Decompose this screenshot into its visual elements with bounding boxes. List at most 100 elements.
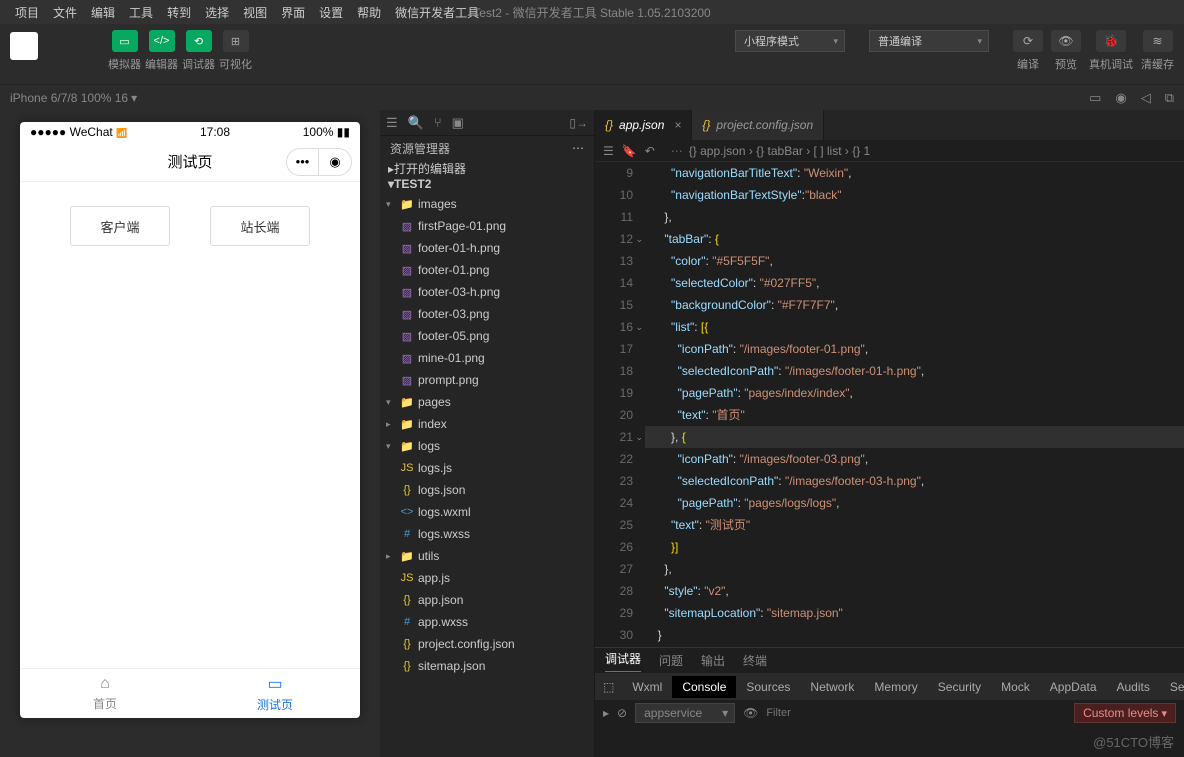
tree-item[interactable]: ▨footer-01-h.png [380,237,594,259]
back-icon[interactable]: ↶ [645,144,655,158]
filter-input[interactable] [766,707,1066,719]
tree-item[interactable]: ▨mine-01.png [380,347,594,369]
wxss-icon: # [400,528,414,540]
tree-item[interactable]: ▨footer-05.png [380,325,594,347]
devtab-Network[interactable]: Network [800,676,864,698]
bottom-tab-输出[interactable]: 输出 [701,652,725,669]
eye-icon[interactable]: 👁 [743,706,758,720]
editor-button[interactable]: </>编辑器 [145,30,178,72]
inspect-icon[interactable]: ⬚ [603,680,614,694]
device-info[interactable]: iPhone 6/7/8 100% 16 [10,91,128,105]
bottom-tab-调试器[interactable]: 调试器 [605,650,641,672]
devtab-Memory[interactable]: Memory [864,676,927,698]
debugger-button[interactable]: ⟲调试器 [182,30,215,72]
devtab-Security[interactable]: Security [928,676,991,698]
tab-home[interactable]: ⌂首页 [20,669,190,718]
tree-item[interactable]: #app.wxss [380,611,594,633]
ext-icon[interactable]: ▣ [452,115,464,131]
menu-微信开发者工具[interactable]: 微信开发者工具 [388,2,486,23]
menu-设置[interactable]: 设置 [312,2,350,23]
devtab-Mock[interactable]: Mock [991,676,1040,698]
tree-item[interactable]: ▨footer-01.png [380,259,594,281]
tab-project-config[interactable]: {}project.config.json [692,110,824,140]
record-icon[interactable]: ◉ [1115,90,1126,106]
img-icon: ▨ [400,352,414,365]
devtab-Se[interactable]: Se [1160,676,1184,698]
tree-item[interactable]: #logs.wxss [380,523,594,545]
tree-item[interactable]: JSlogs.js [380,457,594,479]
menu-编辑[interactable]: 编辑 [84,2,122,23]
avatar[interactable] [10,32,38,60]
tree-item[interactable]: ▾📁logs [380,435,594,457]
mode-select[interactable]: 小程序模式 [735,30,845,52]
compile-button[interactable]: ⟳编译 [1013,30,1043,72]
menu-界面[interactable]: 界面 [274,2,312,23]
bottom-tab-终端[interactable]: 终端 [743,652,767,669]
layout-icon[interactable]: ▯→ [569,116,588,130]
phone-navbar: 测试页 •••◉ [20,142,360,182]
menu-工具[interactable]: 工具 [122,2,160,23]
tab-test[interactable]: ▭测试页 [190,669,360,718]
clear-cache-button[interactable]: ≋清缓存 [1141,30,1174,72]
json-icon: {} [400,660,414,672]
tree-item[interactable]: <>logs.wxml [380,501,594,523]
tree-item[interactable]: ▾📁images [380,193,594,215]
branch-icon[interactable]: ⑂ [434,115,442,130]
tree-item[interactable]: {}sitemap.json [380,655,594,677]
json-icon: {} [400,484,414,496]
sidebar-icon[interactable]: ▸ [603,706,609,720]
devtab-Wxml[interactable]: Wxml [622,676,672,698]
tree-item[interactable]: ▨firstPage-01.png [380,215,594,237]
devtab-Audits[interactable]: Audits [1107,676,1160,698]
more-icon[interactable]: ⋯ [572,141,584,155]
scope-select[interactable]: appservice [635,703,735,723]
menu-帮助[interactable]: 帮助 [350,2,388,23]
list-icon[interactable]: ☰ [603,144,614,158]
capsule[interactable]: •••◉ [286,148,352,176]
bookmark-icon[interactable]: 🔖 [622,144,637,158]
menu-文件[interactable]: 文件 [46,2,84,23]
station-button[interactable]: 站长端 [210,206,310,246]
tree-item[interactable]: ▨footer-03.png [380,303,594,325]
files-icon[interactable]: ☰ [386,115,398,131]
tree-item[interactable]: ▨footer-03-h.png [380,281,594,303]
level-select[interactable]: Custom levels ▾ [1074,703,1176,723]
real-debug-button[interactable]: 🐞真机调试 [1089,30,1133,72]
breadcrumb[interactable]: {} app.json › {} tabBar › [ ] list › {} … [689,144,870,158]
menu-项目[interactable]: 项目 [8,2,46,23]
menu-视图[interactable]: 视图 [236,2,274,23]
copy-icon[interactable]: ⧉ [1165,90,1174,106]
project-root[interactable]: ▾TEST2 [380,177,594,191]
search-icon[interactable]: 🔍 [408,115,424,131]
simulator-button[interactable]: ▭模拟器 [108,30,141,72]
menu-选择[interactable]: 选择 [198,2,236,23]
tree-item[interactable]: {}logs.json [380,479,594,501]
phone-simulator: ●●●●● WeChat 📶 17:08 100% ▮▮ 测试页 •••◉ 客户… [20,122,360,718]
tree-item[interactable]: {}project.config.json [380,633,594,655]
client-button[interactable]: 客户端 [70,206,170,246]
devtab-AppData[interactable]: AppData [1040,676,1107,698]
visual-button[interactable]: ⊞可视化 [219,30,252,72]
menu-转到[interactable]: 转到 [160,2,198,23]
devtab-Sources[interactable]: Sources [736,676,800,698]
tree-item[interactable]: ▨prompt.png [380,369,594,391]
tab-app-json[interactable]: {}app.json× [595,110,692,140]
tree-item[interactable]: ▸📁index [380,413,594,435]
tree-item[interactable]: ▸📁utils [380,545,594,567]
device-icon[interactable]: ▭ [1089,90,1101,106]
bottom-tab-问题[interactable]: 问题 [659,652,683,669]
tree-item[interactable]: {}app.json [380,589,594,611]
code-editor[interactable]: 9101112⌄13141516⌄1718192021⌄222324252627… [595,162,1184,647]
compile-mode-select[interactable]: 普通编译 [869,30,989,52]
folder-icon: 📁 [400,396,414,409]
explorer-title: 资源管理器 [390,140,450,157]
clear-icon[interactable]: ⊘ [617,706,627,720]
tree-item[interactable]: ▾📁pages [380,391,594,413]
devtab-Console[interactable]: Console [672,676,736,698]
close-icon[interactable]: × [674,118,681,132]
mute-icon[interactable]: ◁ [1141,90,1151,106]
preview-button[interactable]: 👁预览 [1051,30,1081,72]
tree-item[interactable]: JSapp.js [380,567,594,589]
open-editors-section[interactable]: ▸打开的编辑器 [380,160,594,177]
capsule-close-icon: ◉ [319,149,351,175]
